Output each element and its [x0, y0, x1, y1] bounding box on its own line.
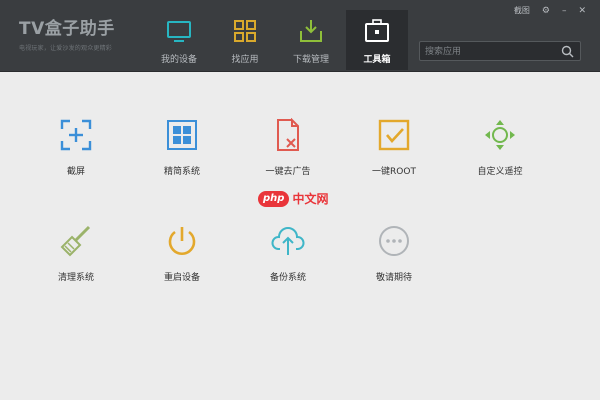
app-logo: TV盒子助手 电视玩家，让爱沙发的观众更精彩 [19, 14, 115, 52]
tab-label: 找应用 [231, 55, 259, 65]
search-icon[interactable] [561, 45, 574, 58]
tool-label: 清理系统 [57, 273, 94, 283]
ad-remove-icon [277, 117, 299, 151]
toolbox-panel: 截屏 精简系统 一键去广告 一键ROOT 自定义遥控 清理系统 重启设备 备份系… [0, 72, 600, 400]
tool-label: 自定义遥控 [477, 167, 523, 177]
screenshot-icon [60, 119, 92, 151]
close-icon[interactable]: ✕ [578, 6, 586, 16]
tool-custom-remote[interactable]: 自定义遥控 [460, 118, 540, 177]
feedback-link[interactable]: 截图 [514, 5, 530, 16]
tab-toolbox[interactable]: 工具箱 [346, 10, 408, 70]
top-bar: TV盒子助手 电视玩家，让爱沙发的观众更精彩 我的设备 找应用 下载管理 工具箱… [0, 0, 600, 72]
settings-icon[interactable]: ⚙ [542, 6, 550, 16]
tool-clean-system[interactable]: 清理系统 [36, 224, 116, 283]
tool-label: 一键去广告 [265, 167, 311, 177]
grid-icon [167, 120, 197, 150]
watermark-text: 中文网 [292, 192, 329, 206]
tab-download-manager[interactable]: 下载管理 [280, 10, 342, 70]
root-icon [378, 119, 410, 151]
grid-icon [234, 20, 256, 42]
tool-screenshot[interactable]: 截屏 [36, 118, 116, 177]
tool-one-click-root[interactable]: 一键ROOT [354, 118, 434, 177]
toolbox-icon [365, 19, 389, 42]
app-title: TV盒子助手 [19, 19, 115, 39]
tab-label: 下载管理 [292, 55, 329, 65]
more-icon [379, 226, 409, 256]
download-icon [300, 20, 322, 42]
minimize-icon[interactable]: – [562, 6, 567, 16]
tool-slim-system[interactable]: 精简系统 [142, 118, 222, 177]
tv-icon [167, 21, 191, 42]
tab-label: 我的设备 [160, 55, 197, 65]
tab-label: 工具箱 [363, 55, 391, 65]
remote-icon [485, 120, 515, 150]
tab-find-apps[interactable]: 找应用 [214, 10, 276, 70]
app-subtitle: 电视玩家，让爱沙发的观众更精彩 [19, 45, 113, 52]
tool-label: 重启设备 [163, 273, 200, 283]
power-icon [168, 227, 196, 255]
cloud-upload-icon [271, 227, 305, 255]
tool-remove-ads[interactable]: 一键去广告 [248, 117, 328, 177]
watermark: php 中文网 [258, 190, 328, 207]
tool-backup-system[interactable]: 备份系统 [248, 224, 328, 283]
tool-label: 截屏 [66, 167, 85, 177]
tool-label: 精简系统 [163, 167, 200, 177]
search-input[interactable] [423, 44, 557, 60]
broom-icon [60, 225, 91, 257]
tool-reboot-device[interactable]: 重启设备 [142, 224, 222, 283]
search-box [419, 41, 581, 61]
tab-my-device[interactable]: 我的设备 [148, 10, 210, 70]
tool-label: 一键ROOT [372, 167, 416, 177]
watermark-badge: php [258, 190, 290, 207]
window-controls: 截图 ⚙ – ✕ [514, 5, 586, 16]
tool-label: 敬请期待 [375, 273, 412, 283]
tool-label: 备份系统 [269, 273, 306, 283]
tool-coming-soon[interactable]: 敬请期待 [354, 224, 434, 283]
